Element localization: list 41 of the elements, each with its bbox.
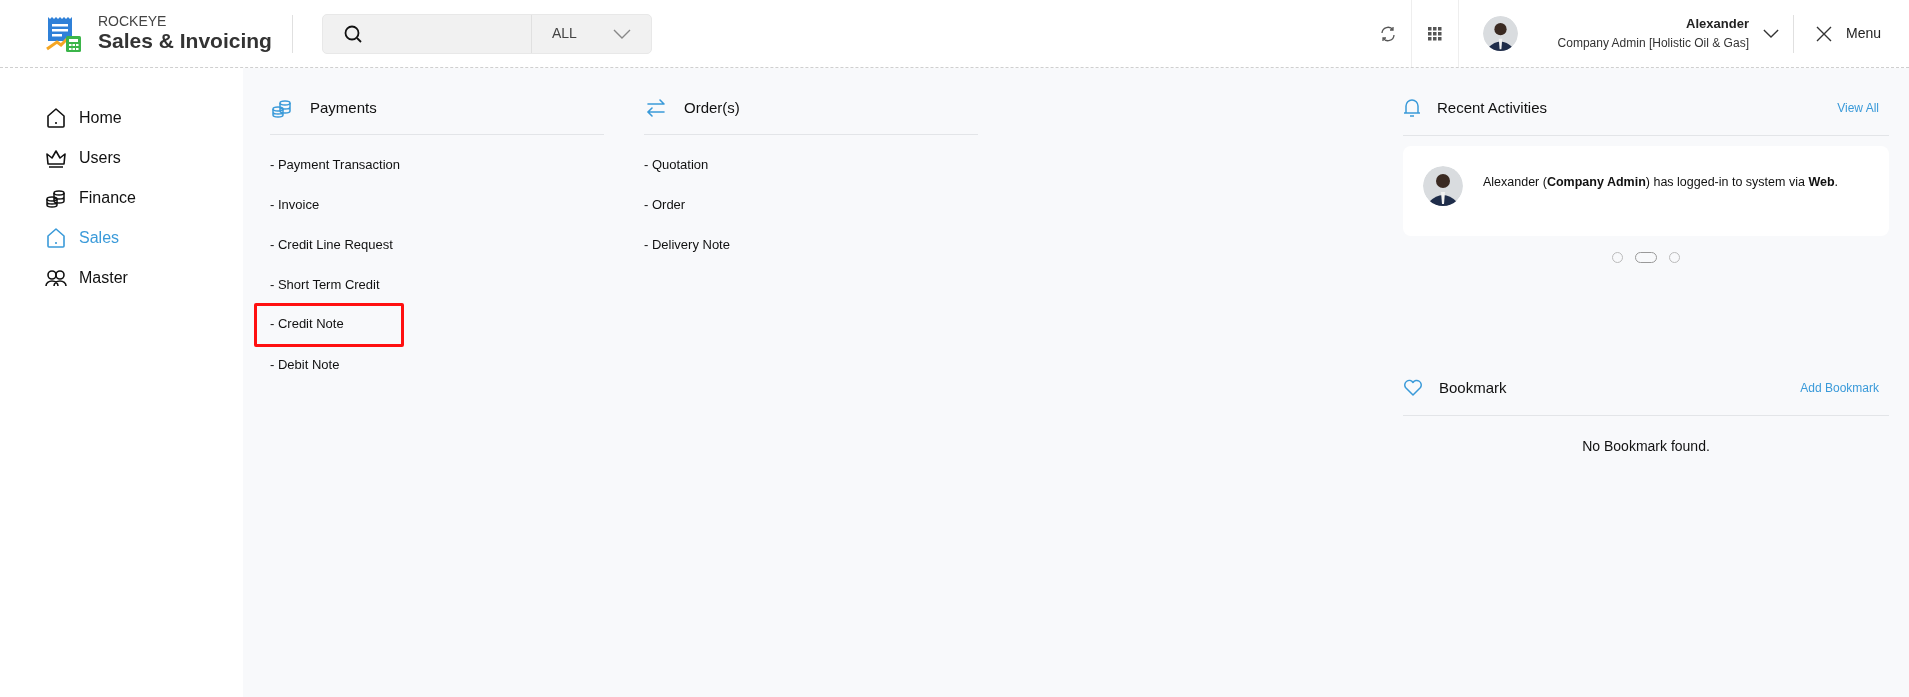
app-title: Sales & Invoicing [98, 28, 272, 55]
brand-name: ROCKEYE [98, 12, 168, 31]
refresh-icon [1379, 25, 1396, 42]
menu-link[interactable]: - Debit Note [270, 353, 604, 377]
menu-link[interactable]: - Order [644, 193, 978, 217]
swap-arrows-icon [644, 96, 668, 120]
house-icon [44, 226, 68, 250]
scope-dropdown[interactable]: ALL [530, 14, 651, 53]
chevron-down-icon [612, 28, 631, 39]
menu-link[interactable]: - Quotation [644, 153, 978, 177]
grid-icon [1427, 26, 1442, 41]
close-icon [1815, 25, 1832, 42]
user-name: Alexander [1686, 16, 1749, 33]
house-icon [44, 106, 68, 130]
menu-link[interactable]: - Delivery Note [644, 233, 978, 257]
panel-title: Bookmark [1439, 377, 1507, 398]
menu-link[interactable]: - Credit Line Request [270, 233, 604, 257]
avatar-icon [1482, 16, 1518, 51]
avatar-icon [1423, 166, 1463, 206]
panel-title: Recent Activities [1437, 97, 1548, 118]
user-role: Company Admin [Holistic Oil & Gas] [1557, 35, 1749, 51]
user-menu[interactable]: Alexander Company Admin [Holistic Oil & Gas] [1458, 0, 1793, 67]
sidebar-item[interactable]: Users [44, 144, 243, 172]
search-field[interactable]: ALL [321, 13, 652, 54]
sidebar-item[interactable]: Home [44, 104, 243, 132]
menu-button[interactable]: Menu [1793, 23, 1909, 44]
logo-icon [45, 14, 83, 53]
menu-link[interactable]: - Credit Note [254, 303, 404, 347]
section-title: Payments [310, 97, 377, 118]
activity-text: Alexander (Company Admin) has logged-in to system via Web. [1483, 174, 1839, 191]
sidebar-item[interactable]: Finance [44, 184, 243, 212]
sidebar-item[interactable]: Master [44, 264, 243, 292]
chevron-down-icon [1762, 29, 1779, 38]
section-title: Order(s) [684, 97, 740, 118]
menu-link[interactable]: - Payment Transaction [270, 153, 604, 177]
empty-message: No Bookmark found. [1581, 437, 1711, 456]
heart-icon [1403, 379, 1423, 397]
search-icon [342, 23, 363, 44]
menu-link[interactable]: - Invoice [270, 193, 604, 217]
bell-icon [1403, 98, 1421, 118]
menu-link[interactable]: - Short Term Credit [270, 273, 604, 297]
